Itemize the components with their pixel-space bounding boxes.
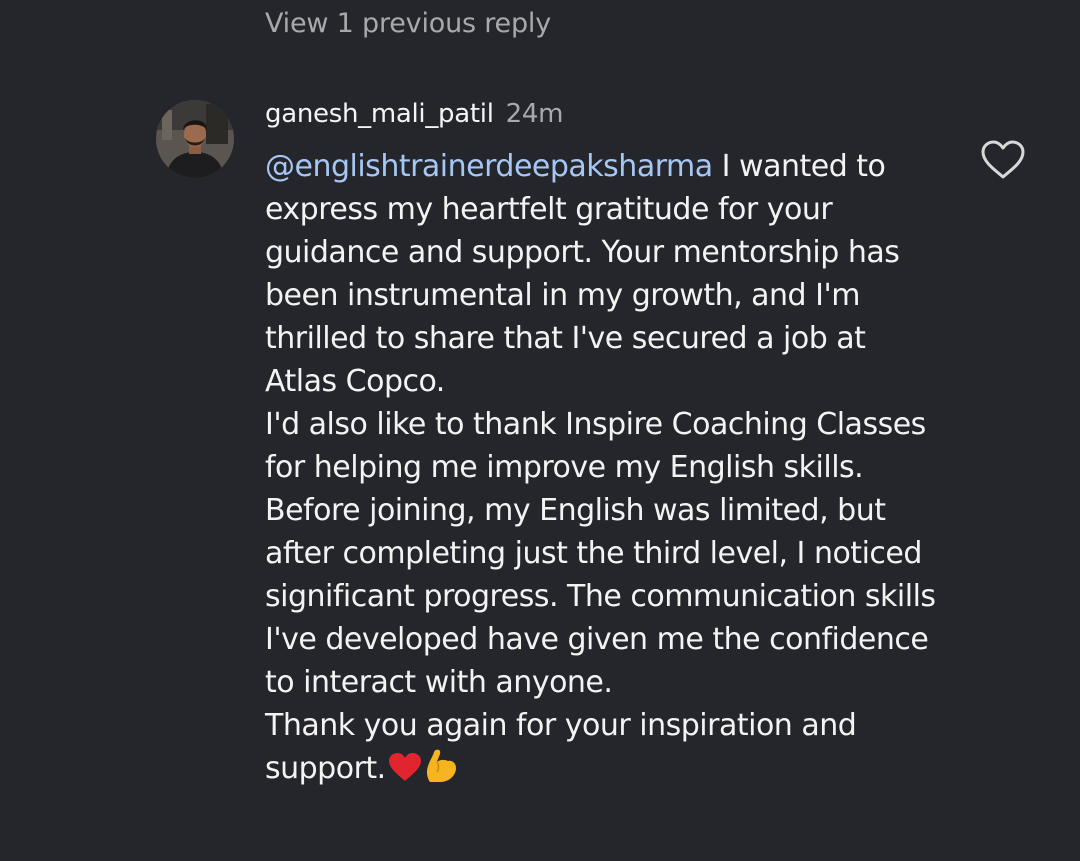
red-heart-emoji [388,751,422,794]
profile-photo-icon [156,100,234,178]
comment-header: ganesh_mali_patil 24m [265,96,563,132]
avatar[interactable] [156,100,234,178]
comment-paragraph: Thank you again for your inspiration and… [265,704,945,796]
heart-outline-icon [981,140,1025,179]
comment-text: @englishtrainerdeepaksharma I wanted to … [265,145,945,796]
comment-paragraph: I'd also like to thank Inspire Coaching … [265,403,945,704]
comment-paragraph: @englishtrainerdeepaksharma I wanted to … [265,145,945,403]
comment-paragraph-2-text: I'd also like to thank Inspire Coaching … [265,407,936,700]
flexed-biceps-emoji [424,748,458,796]
comment-paragraph-3-text: Thank you again for your inspiration and… [265,708,857,786]
comment-username[interactable]: ganesh_mali_patil [265,99,494,129]
comment-paragraph-1-text: I wanted to express my heartfelt gratitu… [265,149,900,399]
mention-link[interactable]: @englishtrainerdeepaksharma [265,149,713,184]
view-previous-replies-link[interactable]: View 1 previous reply [265,8,551,39]
like-button[interactable] [980,140,1026,180]
comment-timestamp: 24m [505,99,564,129]
